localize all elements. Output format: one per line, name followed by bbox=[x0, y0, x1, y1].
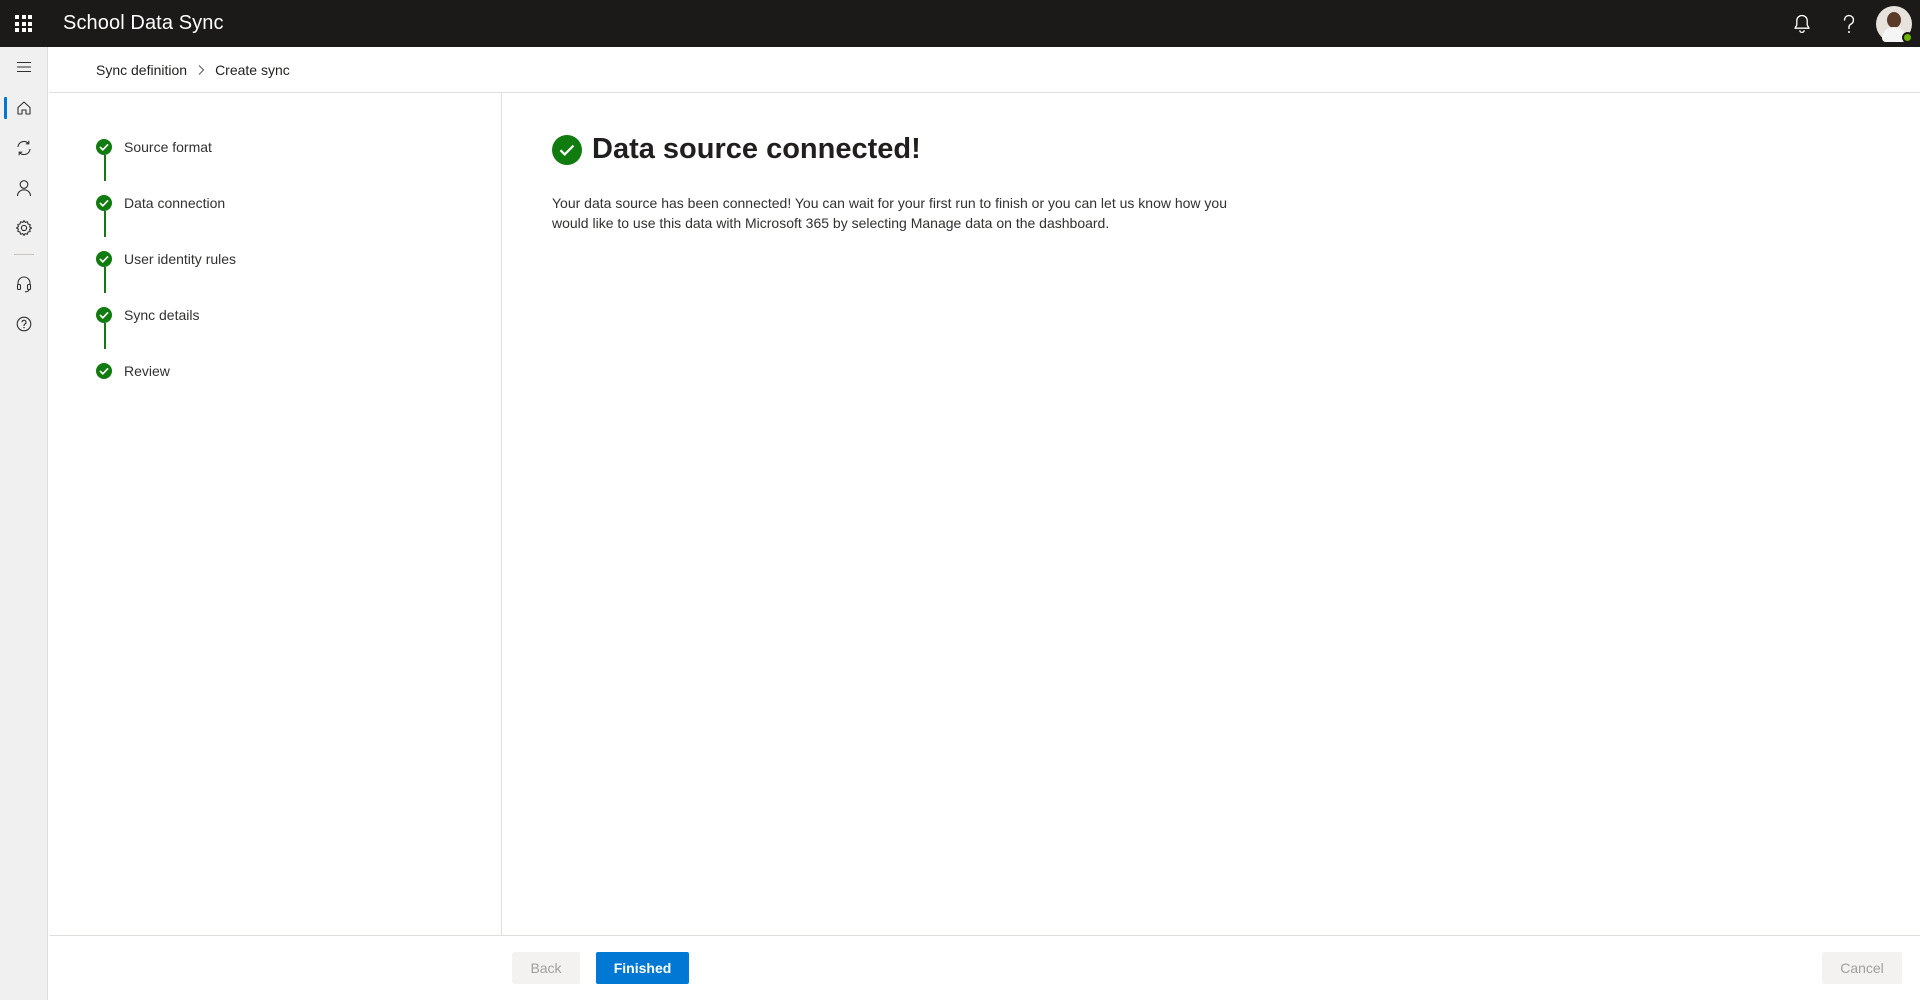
check-circle-icon bbox=[96, 139, 112, 155]
avatar[interactable] bbox=[1876, 5, 1913, 43]
breadcrumb: Sync definition Create sync bbox=[49, 47, 1920, 93]
waffle-icon bbox=[15, 15, 32, 32]
step-source-format[interactable]: Source format bbox=[96, 135, 212, 159]
avatar-head bbox=[1887, 11, 1901, 28]
step-label: Data connection bbox=[124, 195, 226, 211]
success-description: Your data source has been connected! You… bbox=[552, 193, 1242, 233]
nav-support[interactable] bbox=[0, 264, 48, 304]
app-launcher-button[interactable] bbox=[0, 0, 47, 47]
breadcrumb-sync-definition[interactable]: Sync definition bbox=[96, 62, 187, 78]
headset-icon bbox=[16, 276, 32, 293]
step-label: Review bbox=[124, 363, 170, 379]
top-bar: School Data Sync bbox=[0, 0, 1920, 47]
notifications-button[interactable] bbox=[1778, 0, 1825, 47]
bell-icon bbox=[1793, 14, 1810, 33]
main-content: Data source connected! Your data source … bbox=[503, 93, 1920, 935]
chevron-right-icon bbox=[197, 64, 205, 76]
check-circle-icon bbox=[96, 251, 112, 267]
description-line: Your data source has been connected! You… bbox=[552, 195, 1228, 211]
check-circle-icon bbox=[96, 195, 112, 211]
help-icon bbox=[1843, 14, 1854, 33]
back-button[interactable]: Back bbox=[512, 952, 580, 984]
success-headline: Data source connected! bbox=[552, 133, 921, 166]
check-circle-icon bbox=[96, 363, 112, 379]
step-label: Source format bbox=[124, 139, 212, 155]
nav-divider bbox=[14, 254, 34, 255]
left-nav-rail bbox=[0, 47, 48, 1000]
description-line: would like to use this data with Microso… bbox=[552, 215, 1110, 231]
nav-users[interactable] bbox=[0, 168, 48, 208]
home-icon bbox=[17, 101, 31, 115]
nav-settings[interactable] bbox=[0, 208, 48, 248]
step-review[interactable]: Review bbox=[96, 359, 170, 383]
person-icon bbox=[16, 180, 32, 197]
app-title: School Data Sync bbox=[63, 12, 224, 34]
breadcrumb-create-sync: Create sync bbox=[215, 61, 290, 78]
step-user-identity-rules[interactable]: User identity rules bbox=[96, 247, 236, 271]
success-check-icon bbox=[552, 134, 582, 165]
top-bar-actions bbox=[1778, 0, 1920, 47]
nav-home[interactable] bbox=[0, 88, 48, 128]
menu-icon bbox=[17, 61, 31, 73]
nav-help[interactable] bbox=[0, 304, 48, 344]
step-label: Sync details bbox=[124, 307, 200, 323]
step-sync-details[interactable]: Sync details bbox=[96, 303, 199, 327]
step-data-connection[interactable]: Data connection bbox=[96, 191, 225, 215]
check-circle-icon bbox=[96, 307, 112, 323]
help-circle-icon bbox=[16, 316, 32, 332]
wizard-steps-panel: Source format Data connection User ident… bbox=[49, 93, 502, 935]
cancel-button[interactable]: Cancel bbox=[1822, 952, 1902, 984]
presence-badge bbox=[1902, 31, 1913, 43]
finished-button[interactable]: Finished bbox=[596, 952, 689, 984]
nav-sync[interactable] bbox=[0, 128, 48, 168]
sync-icon bbox=[17, 140, 31, 156]
page-title: Data source connected! bbox=[592, 133, 921, 165]
nav-menu-toggle[interactable] bbox=[0, 47, 48, 87]
help-button[interactable] bbox=[1825, 0, 1872, 47]
settings-icon bbox=[15, 219, 33, 237]
wizard-footer: Back Finished Cancel bbox=[49, 935, 1920, 1000]
step-label: User identity rules bbox=[124, 251, 237, 267]
